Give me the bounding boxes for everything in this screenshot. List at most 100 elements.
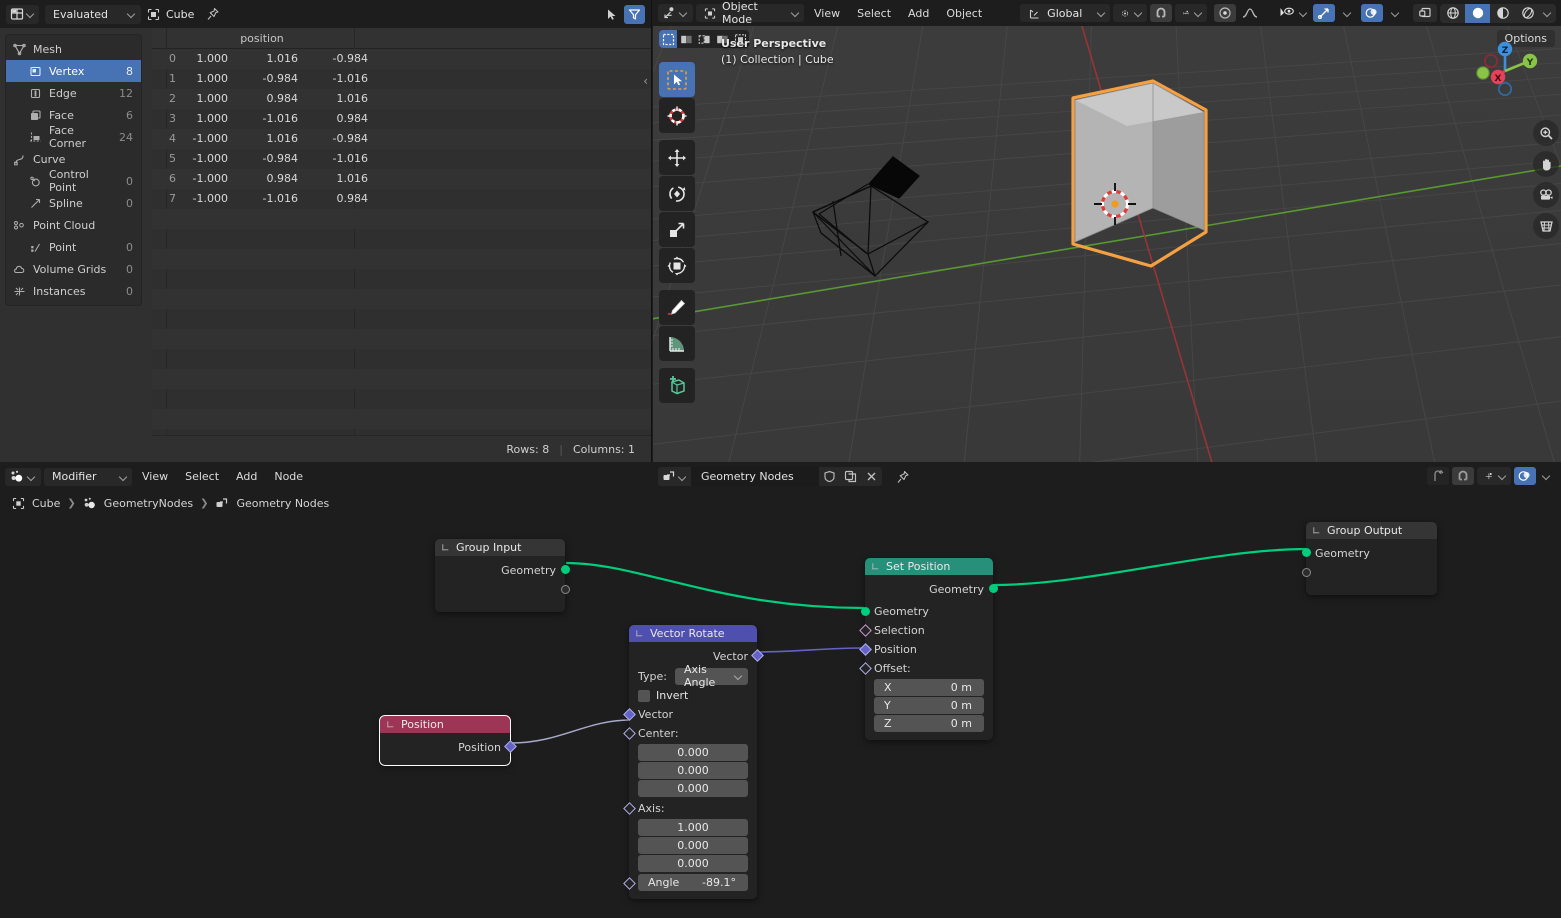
tool-transform[interactable] bbox=[659, 248, 695, 283]
cell-position-x[interactable]: 1.000 bbox=[166, 109, 236, 129]
pin-icon[interactable] bbox=[206, 7, 220, 21]
pan-view-button[interactable] bbox=[1533, 151, 1559, 177]
cell-position-x[interactable]: 1.000 bbox=[166, 69, 236, 89]
table-row[interactable]: 0 1.000 1.016 -0.984 bbox=[152, 49, 651, 69]
viewport-editor-type-button[interactable] bbox=[658, 4, 693, 22]
node-datablock-name[interactable]: Geometry Nodes bbox=[691, 467, 819, 486]
socket-axis-in[interactable] bbox=[622, 802, 636, 815]
cell-position-z[interactable]: 0.984 bbox=[306, 189, 376, 209]
offset-x-field[interactable]: X 0 m bbox=[874, 679, 984, 696]
toggle-ortho-persp-button[interactable] bbox=[1533, 213, 1559, 239]
gizmo-toggle[interactable] bbox=[1313, 4, 1335, 22]
node-editor-type-button[interactable] bbox=[5, 467, 41, 486]
invert-checkbox[interactable] bbox=[638, 689, 650, 702]
node-group-input[interactable]: Group Input Geometry bbox=[435, 539, 570, 612]
dataset-item-vertex[interactable]: Vertex 8 bbox=[6, 60, 141, 82]
socket-angle-in[interactable] bbox=[622, 877, 636, 890]
chevron-down-icon[interactable] bbox=[440, 542, 451, 553]
viewport-menu-view[interactable]: View bbox=[807, 5, 847, 22]
type-dropdown[interactable]: Axis Angle bbox=[674, 663, 748, 689]
socket-selection-in[interactable] bbox=[858, 624, 872, 637]
spreadsheet-filter-toggle[interactable] bbox=[624, 4, 645, 24]
node-overlay-toggle[interactable] bbox=[1514, 467, 1536, 485]
camera-view-button[interactable] bbox=[1533, 182, 1559, 208]
node-snap-target-dropdown[interactable] bbox=[1477, 467, 1511, 485]
cell-position-x[interactable]: -1.000 bbox=[166, 129, 236, 149]
snap-settings-dropdown[interactable] bbox=[1175, 4, 1208, 22]
node-vector-rotate[interactable]: Vector Rotate Vector Type: Axis Angle In… bbox=[622, 625, 764, 899]
cell-position-z[interactable]: -0.984 bbox=[306, 49, 376, 69]
chevron-down-icon[interactable] bbox=[385, 719, 396, 730]
node-header[interactable]: Vector Rotate bbox=[629, 625, 757, 642]
tool-measure[interactable] bbox=[659, 326, 695, 361]
dataset-item-control-point[interactable]: Control Point 0 bbox=[6, 168, 141, 194]
shading-rendered-button[interactable] bbox=[1515, 4, 1540, 23]
go-to-parent-nodetree-button[interactable] bbox=[1427, 467, 1449, 485]
xray-toggle[interactable] bbox=[1413, 4, 1437, 22]
chevron-down-icon[interactable] bbox=[870, 561, 881, 572]
viewport-menu-select[interactable]: Select bbox=[850, 5, 898, 22]
unlink-datablock-button[interactable] bbox=[861, 467, 882, 486]
object-mode-dropdown[interactable]: Object Mode bbox=[696, 0, 804, 26]
axis-z-field[interactable]: 0.000 bbox=[638, 855, 748, 872]
center-x-field[interactable]: 0.000 bbox=[638, 744, 748, 761]
cell-position-x[interactable]: 1.000 bbox=[166, 49, 236, 69]
dataset-item-volume-grids[interactable]: Volume Grids 0 bbox=[6, 258, 141, 280]
nodetree-browse-icon[interactable] bbox=[658, 467, 679, 486]
offset-y-field[interactable]: Y 0 m bbox=[874, 697, 984, 714]
table-row[interactable]: 2 1.000 0.984 1.016 bbox=[152, 89, 651, 109]
socket-position-in[interactable] bbox=[858, 643, 872, 656]
dataset-item-face-corner[interactable]: Face Corner 24 bbox=[6, 124, 141, 150]
table-row[interactable]: 5 -1.000 -0.984 -1.016 bbox=[152, 149, 651, 169]
offset-z-field[interactable]: Z 0 m bbox=[874, 715, 984, 732]
gizmo-settings-dropdown[interactable] bbox=[1338, 4, 1358, 22]
object-visibility-dropdown[interactable] bbox=[1277, 4, 1310, 22]
table-row[interactable]: 4 -1.000 1.016 -0.984 bbox=[152, 129, 651, 149]
shading-settings-dropdown[interactable] bbox=[1540, 4, 1556, 23]
node-menu-view[interactable]: View bbox=[135, 468, 175, 485]
node-snap-toggle[interactable] bbox=[1452, 467, 1474, 485]
table-row[interactable]: 7 -1.000 -1.016 0.984 bbox=[152, 189, 651, 209]
socket-geometry-out[interactable] bbox=[988, 584, 998, 593]
spreadsheet-cursor-toggle[interactable] bbox=[601, 5, 622, 24]
socket-position-out[interactable] bbox=[503, 740, 517, 753]
node-menu-node[interactable]: Node bbox=[267, 468, 310, 485]
viewport-menu-object[interactable]: Object bbox=[939, 5, 989, 22]
dataset-item-point-cloud[interactable]: Point Cloud bbox=[6, 214, 141, 236]
socket-vector-out[interactable] bbox=[750, 649, 764, 662]
transform-orientation-dropdown[interactable]: Global bbox=[1020, 4, 1111, 22]
node-header[interactable]: Group Output bbox=[1306, 522, 1437, 539]
socket-geometry-in[interactable] bbox=[1301, 548, 1311, 557]
tool-cursor[interactable] bbox=[659, 98, 695, 133]
node-canvas[interactable]: Group Input Geometry Position Position V… bbox=[0, 516, 1561, 918]
tool-move[interactable] bbox=[659, 140, 695, 175]
cell-position-y[interactable]: -0.984 bbox=[236, 149, 306, 169]
cell-position-z[interactable]: -0.984 bbox=[306, 129, 376, 149]
socket-virtual-out[interactable] bbox=[560, 585, 570, 594]
chevron-down-icon[interactable] bbox=[1311, 525, 1322, 536]
column-header-position[interactable]: position bbox=[217, 28, 307, 49]
angle-field[interactable]: Angle -89.1° bbox=[638, 874, 748, 891]
node-menu-add[interactable]: Add bbox=[229, 468, 264, 485]
node-menu-select[interactable]: Select bbox=[178, 468, 226, 485]
overlays-toggle[interactable] bbox=[1361, 4, 1383, 22]
fake-user-button[interactable] bbox=[819, 467, 840, 486]
tool-tweak[interactable] bbox=[659, 62, 695, 97]
node-header[interactable]: Group Input bbox=[435, 539, 565, 556]
center-y-field[interactable]: 0.000 bbox=[638, 762, 748, 779]
socket-geometry-in[interactable] bbox=[860, 607, 870, 616]
cell-position-x[interactable]: -1.000 bbox=[166, 189, 236, 209]
tool-add-cube[interactable] bbox=[659, 368, 695, 403]
pin-icon[interactable] bbox=[896, 470, 910, 484]
select-mode-tweak[interactable] bbox=[659, 30, 677, 48]
node-header[interactable]: Set Position bbox=[865, 558, 993, 575]
viewport-canvas[interactable] bbox=[653, 26, 1561, 462]
cell-position-z[interactable]: -1.016 bbox=[306, 149, 376, 169]
cell-position-y[interactable]: -0.984 bbox=[236, 69, 306, 89]
dataset-mode-dropdown[interactable]: Evaluated bbox=[45, 4, 141, 24]
dataset-item-curve[interactable]: Curve bbox=[6, 148, 141, 170]
cell-position-y[interactable]: 1.016 bbox=[236, 49, 306, 69]
spreadsheet-object-chip[interactable]: Cube bbox=[147, 8, 194, 21]
proportional-edit-toggle[interactable] bbox=[1214, 4, 1237, 22]
select-mode-extend[interactable] bbox=[677, 30, 695, 48]
